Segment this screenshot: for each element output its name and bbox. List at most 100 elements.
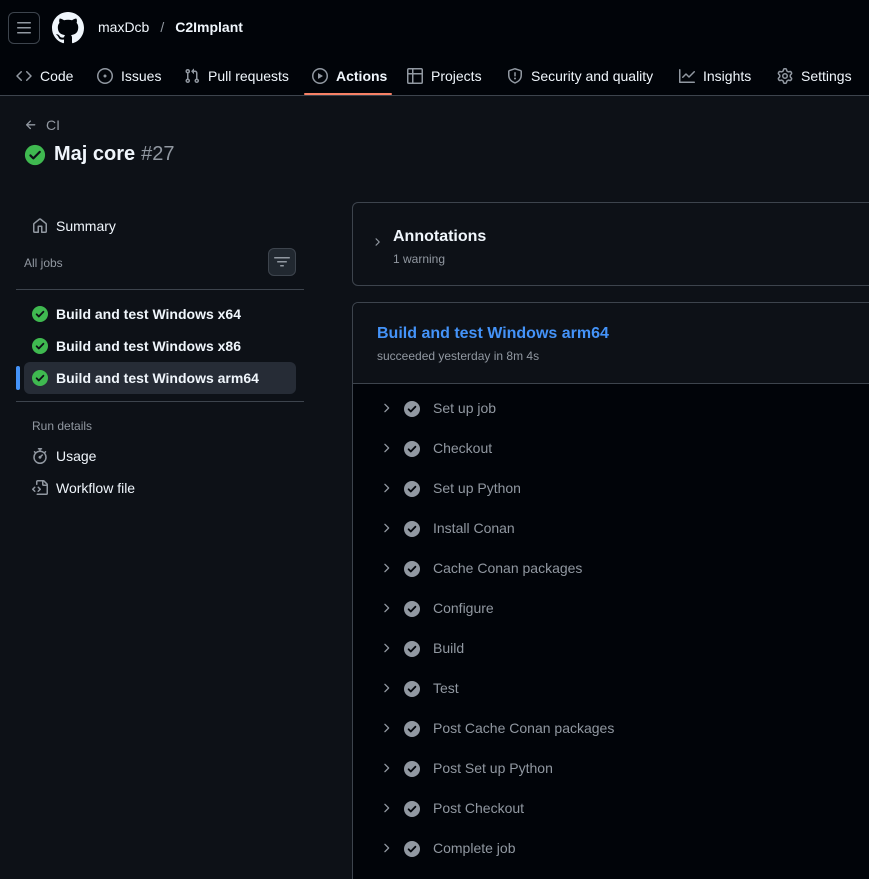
graph-icon: [679, 69, 695, 83]
sidebar-job-x86[interactable]: Build and test Windows x86: [24, 330, 296, 362]
tab-projects[interactable]: Projects: [407, 56, 482, 96]
check-circle-fill-icon: [32, 306, 48, 322]
arrow-left-icon: [25, 120, 36, 130]
job-step[interactable]: Install Conan: [353, 509, 869, 549]
sidebar-job-label: Build and test Windows x64: [56, 306, 242, 322]
tab-insights[interactable]: Insights: [679, 56, 751, 96]
back-to-workflow-link[interactable]: CI: [24, 117, 60, 133]
job-step-label: Post Set up Python: [433, 760, 553, 776]
filter-icon: [274, 257, 290, 267]
filter-jobs-button[interactable]: [268, 248, 296, 276]
job-status: succeeded yesterday in 8m 4s: [377, 349, 540, 363]
stopwatch-icon: [33, 448, 47, 464]
job-title[interactable]: Build and test Windows arm64: [377, 325, 609, 343]
job-step[interactable]: Post Cache Conan packages: [353, 709, 869, 749]
chevron-right-icon: [384, 523, 390, 533]
repo-owner-link[interactable]: maxDcb: [98, 19, 149, 35]
job-log-panel: Build and test Windows arm64 succeeded y…: [352, 302, 869, 879]
job-step[interactable]: Test: [353, 669, 869, 709]
sidebar-item-usage-label: Usage: [56, 448, 97, 464]
sidebar-job-label: Build and test Windows x86: [56, 338, 242, 354]
job-step-label: Post Cache Conan packages: [433, 720, 615, 736]
tab-code[interactable]: Code: [16, 56, 73, 96]
play-icon: [312, 68, 328, 84]
run-number: #27: [141, 143, 175, 165]
tab-actions[interactable]: Actions: [312, 56, 387, 96]
check-circle-fill-icon: [404, 761, 420, 777]
tab-issues[interactable]: Issues: [97, 56, 161, 96]
job-header: Build and test Windows arm64 succeeded y…: [353, 303, 869, 384]
job-step-label: Set up Python: [433, 480, 521, 496]
annotations-panel[interactable]: Annotations 1 warning: [352, 202, 869, 286]
sidebar-divider: [16, 401, 304, 402]
check-circle-fill-icon: [404, 401, 420, 417]
check-circle-fill-icon: [404, 641, 420, 657]
job-step[interactable]: Cache Conan packages: [353, 549, 869, 589]
top-header: maxDcb / C2Implant Code Issues Pull requ…: [0, 0, 869, 96]
job-step-label: Checkout: [433, 440, 493, 456]
run-details-heading: Run details: [32, 419, 93, 433]
job-step-label: Set up job: [433, 400, 497, 416]
repo-nav-tabs: Code Issues Pull requests Actions Projec…: [0, 56, 869, 96]
chevron-right-icon: [384, 803, 390, 813]
sidebar-divider: [16, 289, 304, 290]
run-title-row: Maj core #27: [24, 143, 175, 166]
tab-pull-requests[interactable]: Pull requests: [184, 56, 289, 96]
chevron-right-icon: [384, 563, 390, 573]
tab-settings[interactable]: Settings: [777, 56, 852, 96]
tab-security[interactable]: Security and quality: [507, 56, 653, 96]
check-circle-fill-icon: [404, 801, 420, 817]
sidebar-item-summary[interactable]: Summary: [24, 210, 296, 242]
job-step[interactable]: Complete job: [353, 829, 869, 869]
check-circle-fill-icon: [404, 521, 420, 537]
job-step[interactable]: Post Set up Python: [353, 749, 869, 789]
job-step-label: Configure: [433, 600, 494, 616]
job-step[interactable]: Set up Python: [353, 469, 869, 509]
job-step[interactable]: Set up job: [353, 389, 869, 429]
chevron-right-icon: [384, 763, 390, 773]
check-circle-fill-icon: [404, 601, 420, 617]
sidebar-job-x64[interactable]: Build and test Windows x64: [24, 298, 296, 330]
chevron-right-icon: [384, 843, 390, 853]
issue-opened-icon: [97, 68, 113, 84]
job-step[interactable]: Checkout: [353, 429, 869, 469]
tab-security-label: Security and quality: [531, 68, 654, 84]
job-step[interactable]: Post Checkout: [353, 789, 869, 829]
job-step-label: Post Checkout: [433, 800, 525, 816]
chevron-right-icon: [384, 723, 390, 733]
sidebar-item-usage[interactable]: Usage: [24, 440, 296, 472]
tab-actions-label: Actions: [336, 68, 388, 84]
shield-icon: [508, 68, 522, 84]
selected-job-indicator: [16, 366, 20, 390]
job-step[interactable]: Build: [353, 629, 869, 669]
home-icon: [33, 218, 47, 233]
chevron-right-icon: [384, 683, 390, 693]
check-circle-fill-icon: [404, 561, 420, 577]
job-step-label: Test: [433, 680, 459, 696]
check-circle-fill-icon: [32, 370, 48, 386]
job-step-label: Build: [433, 640, 465, 656]
table-icon: [407, 68, 423, 84]
sidebar-item-workflow-file[interactable]: Workflow file: [24, 472, 296, 504]
check-circle-fill-icon: [404, 841, 420, 857]
page-title: Maj core: [54, 143, 136, 165]
hamburger-icon: [17, 22, 31, 34]
job-step-label: Cache Conan packages: [433, 560, 583, 576]
all-jobs-heading: All jobs: [24, 256, 63, 270]
job-step[interactable]: Configure: [353, 589, 869, 629]
repo-name-link[interactable]: C2Implant: [175, 19, 243, 35]
check-circle-fill-icon: [24, 144, 46, 165]
sidebar-item-summary-label: Summary: [56, 218, 116, 234]
menu-button[interactable]: [8, 12, 40, 44]
chevron-right-icon: [384, 483, 390, 493]
chevron-right-icon: [375, 238, 380, 246]
git-pull-request-icon: [185, 68, 200, 84]
gear-icon: [777, 68, 793, 84]
chevron-right-icon: [384, 403, 390, 413]
job-step-label: Install Conan: [433, 520, 515, 536]
sidebar-job-arm64[interactable]: Build and test Windows arm64: [24, 362, 296, 394]
chevron-right-icon: [384, 643, 390, 653]
github-logo-icon[interactable]: [52, 12, 84, 44]
check-circle-fill-icon: [404, 681, 420, 697]
code-icon: [16, 70, 32, 82]
